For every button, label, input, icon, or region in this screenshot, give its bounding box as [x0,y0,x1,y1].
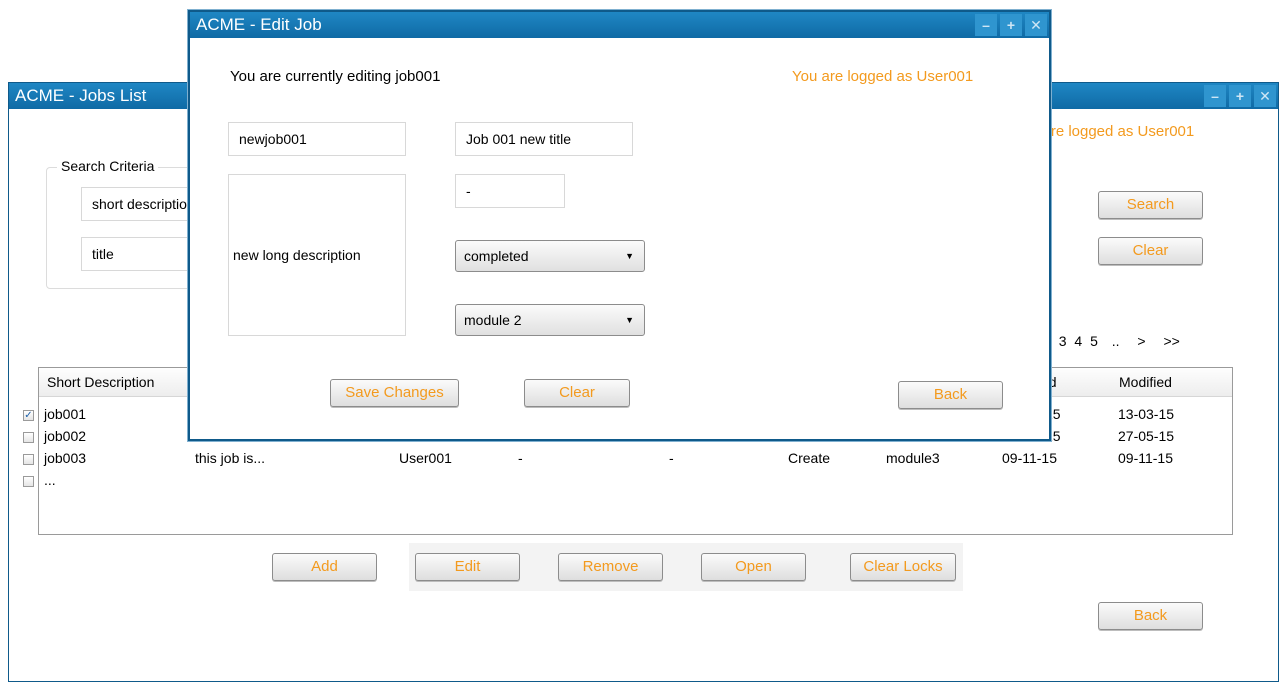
page-last-link[interactable]: >> [1164,333,1180,349]
maximize-icon[interactable]: + [1229,85,1251,107]
clear-locks-button[interactable]: Clear Locks [850,553,956,581]
short-description-input[interactable]: newjob001 [228,122,406,156]
column-header-short-description[interactable]: Short Description [47,374,154,390]
search-clear-button[interactable]: Clear [1098,237,1203,265]
row3-state: Create [788,450,831,466]
row3-module: module3 [886,450,940,466]
row3-short-description: job003 [44,450,87,466]
row2-modified: 27-05-15 [1118,428,1175,444]
jobs-window-controls: – + ✕ [1201,85,1276,107]
close-icon[interactable]: ✕ [1025,14,1047,36]
page-link-5[interactable]: 5 [1090,333,1098,349]
edit-window-controls: – + ✕ [972,14,1047,36]
jobs-list-title: ACME - Jobs List [15,86,147,105]
edit-job-titlebar[interactable]: ACME - Edit Job – + ✕ [190,12,1049,38]
open-button[interactable]: Open [701,553,806,581]
minimize-icon[interactable]: – [975,14,997,36]
row1-modified: 13-03-15 [1118,406,1175,422]
row-checkbox[interactable] [23,454,34,465]
jobs-back-button[interactable]: Back [1098,602,1203,630]
row2-short-description: job002 [44,428,87,444]
edit-clear-button[interactable]: Clear [524,379,630,407]
search-criteria-legend: Search Criteria [57,158,159,174]
remove-button[interactable]: Remove [558,553,663,581]
chevron-down-icon: ▼ [625,315,634,325]
edit-job-title: ACME - Edit Job [196,15,322,34]
edit-back-button[interactable]: Back [898,381,1003,409]
edit-job-content: You are currently editing job001 You are… [196,40,1043,433]
save-changes-button[interactable]: Save Changes [330,379,459,407]
row-checkbox[interactable] [23,432,34,443]
minimize-icon[interactable]: – [1204,85,1226,107]
row-checkbox[interactable] [23,476,34,487]
module-select-value: module 2 [464,312,522,328]
row-checkbox[interactable]: ✓ [23,410,34,421]
row3-modified: 09-11-15 [1118,450,1174,466]
page-next-link[interactable]: > [1137,333,1145,349]
state-select-value: completed [464,248,529,264]
maximize-icon[interactable]: + [1000,14,1022,36]
row3-user: User001 [399,450,452,466]
editing-status-text: You are currently editing job001 [230,68,441,85]
title-input[interactable]: Job 001 new title [455,122,633,156]
module-select[interactable]: module 2 ▼ [455,304,645,336]
long-description-textarea[interactable]: new long description [228,174,406,336]
pagination: 2 3 4 5 .. > >> [1043,333,1180,349]
edit-job-window: ACME - Edit Job – + ✕ You are currently … [188,10,1051,441]
state-select[interactable]: completed ▼ [455,240,645,272]
add-button[interactable]: Add [272,553,377,581]
page-link-4[interactable]: 4 [1074,333,1082,349]
page-ellipsis: .. [1111,333,1120,349]
row3-issue: - [669,450,674,466]
issue-input[interactable]: - [455,174,565,208]
page-link-3[interactable]: 3 [1059,333,1067,349]
edit-button[interactable]: Edit [415,553,520,581]
column-header-modified[interactable]: Modified [1119,374,1172,390]
row1-short-description: job001 [44,406,87,422]
close-icon[interactable]: ✕ [1254,85,1276,107]
row3-description: this job is... [195,450,266,466]
row4-placeholder: ... [44,472,56,488]
row3-title: - [518,450,523,466]
chevron-down-icon: ▼ [625,251,634,261]
search-button[interactable]: Search [1098,191,1203,219]
row3-created: 09-11-15 [1002,450,1058,466]
edit-logged-as-label: You are logged as User001 [792,68,974,85]
